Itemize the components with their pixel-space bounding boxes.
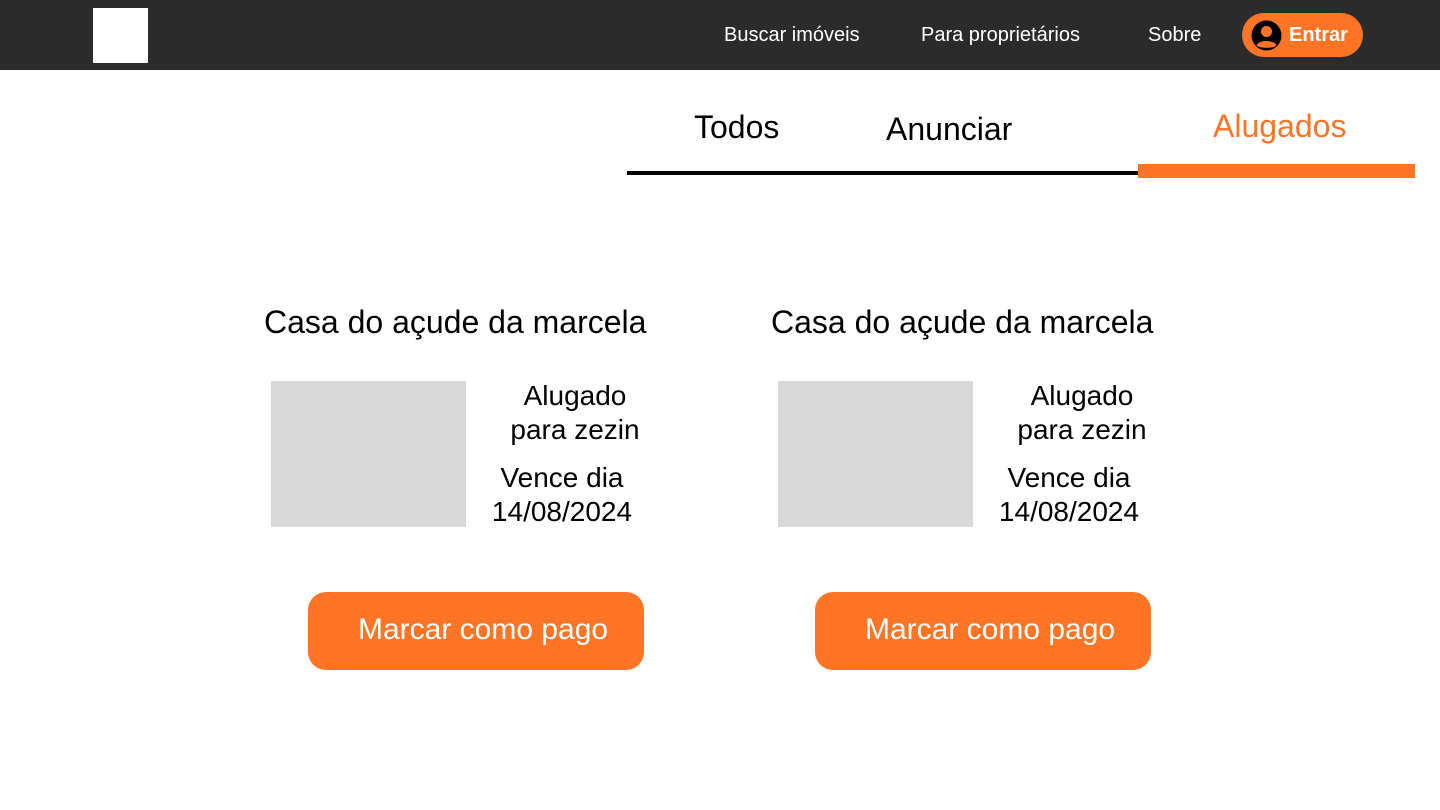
due-label: Vence dia (1007, 462, 1131, 493)
logo[interactable] (93, 8, 148, 63)
mark-as-paid-button[interactable]: Marcar como pago (815, 592, 1151, 670)
tab-todos[interactable]: Todos (694, 109, 779, 145)
tenant-name: para zezin (1017, 414, 1147, 445)
login-label: Entrar (1289, 24, 1348, 46)
card-title: Casa do açude da marcela (264, 304, 647, 340)
rental-status: Alugado (523, 380, 627, 411)
tenant-name: para zezin (510, 414, 640, 445)
nav-link-para-proprietarios[interactable]: Para proprietários (921, 24, 1080, 46)
navbar: Buscar imóveis Para proprietários Sobre … (0, 0, 1440, 70)
tab-alugados[interactable]: Alugados (1213, 108, 1346, 144)
property-image (778, 381, 973, 527)
nav-link-buscar-imoveis[interactable]: Buscar imóveis (724, 24, 860, 46)
login-button[interactable]: Entrar (1242, 13, 1363, 57)
tab-active-indicator (1138, 164, 1415, 178)
tab-anunciar[interactable]: Anunciar (886, 111, 1012, 147)
due-date: 14/08/2024 (491, 496, 633, 527)
mark-as-paid-label: Marcar como pago (358, 613, 609, 646)
due-date: 14/08/2024 (998, 496, 1140, 527)
mark-as-paid-button[interactable]: Marcar como pago (308, 592, 644, 670)
due-label: Vence dia (500, 462, 624, 493)
mark-as-paid-label: Marcar como pago (865, 613, 1116, 646)
tab-divider (627, 171, 1138, 175)
property-image (271, 381, 466, 527)
nav-link-sobre[interactable]: Sobre (1148, 24, 1201, 46)
card-title: Casa do açude da marcela (771, 304, 1154, 340)
rental-status: Alugado (1030, 380, 1134, 411)
user-icon (1251, 20, 1282, 51)
